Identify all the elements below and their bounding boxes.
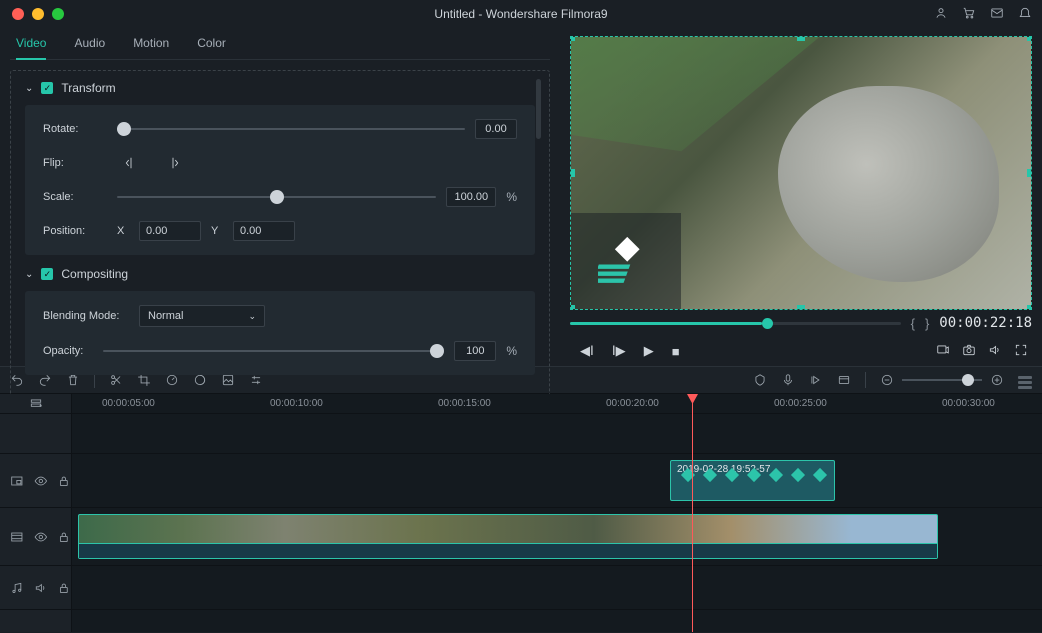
mute-icon[interactable] <box>34 581 48 595</box>
scale-label: Scale: <box>43 191 107 203</box>
watermark-logo <box>571 213 681 309</box>
manage-tracks-icon[interactable] <box>0 394 71 414</box>
opacity-value[interactable] <box>454 341 496 361</box>
compositing-label: Compositing <box>61 267 128 281</box>
cart-icon[interactable] <box>962 6 976 23</box>
position-x-label: X <box>117 225 129 237</box>
flip-label: Flip: <box>43 157 107 169</box>
compositing-checkbox[interactable]: ✓ <box>41 268 53 280</box>
pip-track-icon <box>10 474 24 488</box>
fullscreen-icon[interactable] <box>1014 343 1028 360</box>
app-title: Untitled - Wondershare Filmora9 <box>0 7 1042 21</box>
rotate-label: Rotate: <box>43 123 107 135</box>
rotate-value[interactable] <box>475 119 517 139</box>
chevron-down-icon: ⌄ <box>248 311 256 322</box>
compositing-section-toggle[interactable]: ⌄ ✓ Compositing <box>25 267 535 281</box>
preview-viewport[interactable] <box>570 36 1032 310</box>
preview-scrubber[interactable] <box>570 322 901 325</box>
position-y-label: Y <box>211 225 223 237</box>
position-x-value[interactable] <box>139 221 201 241</box>
zoom-slider[interactable] <box>902 379 982 381</box>
flip-horizontal-button[interactable] <box>117 153 145 173</box>
zoom-in-icon[interactable] <box>990 373 1004 387</box>
lock-icon[interactable] <box>57 530 71 544</box>
track-header-pip[interactable] <box>0 454 71 508</box>
video-track-icon <box>10 530 24 544</box>
inspector-scrollbar[interactable] <box>536 79 541 139</box>
clip-main-video[interactable] <box>78 514 938 559</box>
notification-icon[interactable] <box>1018 6 1032 23</box>
tab-audio[interactable]: Audio <box>74 36 105 59</box>
position-label: Position: <box>43 225 107 237</box>
marker-icon[interactable] <box>753 373 767 387</box>
mark-out-icon[interactable]: } <box>925 316 929 331</box>
blend-label: Blending Mode: <box>43 310 129 322</box>
mark-in-icon[interactable]: { <box>911 316 915 331</box>
chevron-down-icon: ⌄ <box>25 83 33 94</box>
lock-icon[interactable] <box>57 474 71 488</box>
scale-unit: % <box>506 190 517 204</box>
timeline-ruler[interactable]: 00:00:05:00 00:00:10:00 00:00:15:00 00:0… <box>72 394 1042 414</box>
transform-checkbox[interactable]: ✓ <box>41 82 53 94</box>
stop-button[interactable]: ■ <box>672 344 680 359</box>
audio-track-icon <box>10 581 24 595</box>
track-header-audio[interactable] <box>0 566 71 610</box>
render-icon[interactable] <box>837 373 851 387</box>
screen-record-icon[interactable] <box>936 343 950 360</box>
tab-color[interactable]: Color <box>197 36 226 59</box>
tab-video[interactable]: Video <box>16 36 46 60</box>
position-y-value[interactable] <box>233 221 295 241</box>
scale-value[interactable] <box>446 187 496 207</box>
zoom-out-icon[interactable] <box>880 373 894 387</box>
clip-pip[interactable]: 2019-02-28 19:52-57 <box>670 460 835 501</box>
blend-mode-select[interactable]: Normal ⌄ <box>139 305 265 327</box>
play-button[interactable]: Ⅰ▶ <box>612 343 626 359</box>
prev-frame-button[interactable]: ◀Ⅰ <box>580 343 594 359</box>
scale-slider[interactable] <box>117 190 436 204</box>
opacity-slider[interactable] <box>103 344 444 358</box>
timeline-playhead[interactable] <box>692 394 693 632</box>
volume-icon[interactable] <box>988 343 1002 360</box>
eye-icon[interactable] <box>34 530 48 544</box>
snapshot-icon[interactable] <box>962 343 976 360</box>
tab-motion[interactable]: Motion <box>133 36 169 59</box>
transform-section-toggle[interactable]: ⌄ ✓ Transform <box>25 81 535 95</box>
account-icon[interactable] <box>934 6 948 23</box>
preview-timecode: 00:00:22:18 <box>939 315 1032 331</box>
mail-icon[interactable] <box>990 6 1004 23</box>
track-size-icon[interactable] <box>1018 372 1032 389</box>
record-voiceover-icon[interactable] <box>781 373 795 387</box>
next-frame-button[interactable]: ▶ <box>644 343 654 359</box>
inspector-tabs: Video Audio Motion Color <box>10 28 550 60</box>
flip-vertical-button[interactable] <box>159 153 187 173</box>
audio-mixer-icon[interactable] <box>809 373 823 387</box>
track-header-video[interactable] <box>0 508 71 566</box>
opacity-unit: % <box>506 344 517 358</box>
blend-mode-value: Normal <box>148 310 183 322</box>
rotate-slider[interactable] <box>117 122 465 136</box>
chevron-down-icon: ⌄ <box>25 269 33 280</box>
lock-icon[interactable] <box>57 581 71 595</box>
opacity-label: Opacity: <box>43 345 93 357</box>
transform-label: Transform <box>61 81 115 95</box>
eye-icon[interactable] <box>34 474 48 488</box>
